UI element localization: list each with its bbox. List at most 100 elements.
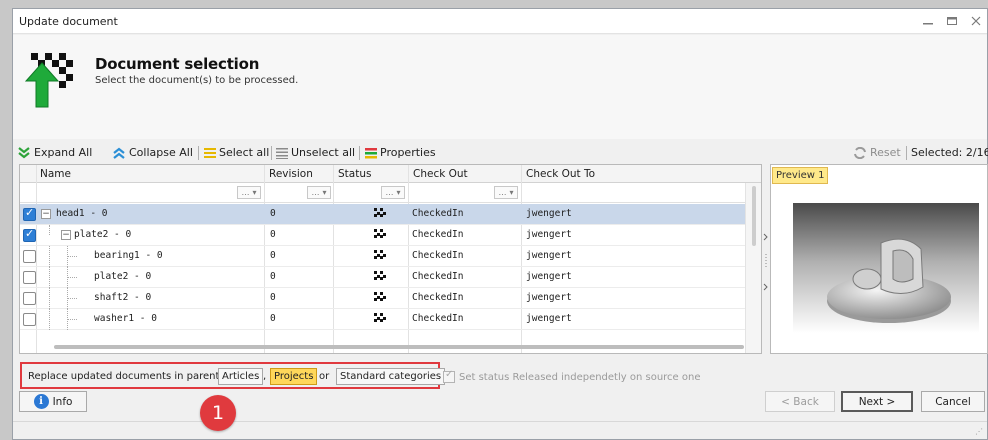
table-row[interactable]: −plate2 - 0 0 CheckedIn jwengert bbox=[20, 225, 745, 246]
selected-count-label: Selected: 2/16 bbox=[911, 146, 988, 159]
back-label: < Back bbox=[781, 395, 819, 408]
vertical-scrollbar[interactable] bbox=[745, 183, 761, 353]
unselect-all-button[interactable]: Unselect all bbox=[276, 146, 355, 159]
document-grid: Name Revision Status Check Out Check Out… bbox=[19, 164, 762, 354]
status-filter-button[interactable]: … ▾ bbox=[381, 186, 405, 199]
table-row[interactable]: shaft2 - 0 0 CheckedIn jwengert bbox=[20, 288, 745, 309]
expand-all-button[interactable]: Expand All bbox=[17, 146, 92, 159]
resize-grip-icon[interactable]: ⋰ bbox=[975, 427, 983, 436]
row-revision: 0 bbox=[270, 208, 276, 219]
tree-line bbox=[67, 277, 77, 278]
articles-option[interactable]: Articles bbox=[218, 368, 264, 385]
row-checkout: CheckedIn bbox=[412, 208, 464, 219]
minimize-icon[interactable] bbox=[921, 15, 935, 27]
collapse-all-button[interactable]: Collapse All bbox=[112, 146, 193, 159]
row-checkout-to: jwengert bbox=[526, 208, 572, 219]
toolbar-divider bbox=[359, 146, 360, 160]
ellipsis-icon: … bbox=[498, 188, 507, 197]
close-icon[interactable] bbox=[969, 15, 983, 27]
horizontal-scrollbar[interactable] bbox=[54, 345, 744, 349]
table-row[interactable]: −head1 - 0 0 CheckedIn jwengert bbox=[20, 204, 745, 225]
back-button[interactable]: < Back bbox=[765, 391, 835, 412]
chevron-down-icon: ▾ bbox=[396, 188, 401, 197]
row-checkout: CheckedIn bbox=[412, 229, 464, 240]
chevron-down-icon: ▾ bbox=[252, 188, 257, 197]
projects-option[interactable]: Projects bbox=[270, 368, 318, 385]
collapse-all-label: Collapse All bbox=[129, 146, 193, 159]
splitter-handle[interactable] bbox=[762, 164, 770, 354]
or-separator: or bbox=[319, 371, 330, 382]
row-checkbox[interactable] bbox=[23, 206, 36, 221]
set-status-checkbox[interactable] bbox=[443, 369, 455, 383]
collapse-all-icon bbox=[113, 147, 125, 159]
properties-button[interactable]: Properties bbox=[365, 146, 436, 159]
name-filter-button[interactable]: … ▾ bbox=[237, 186, 261, 199]
row-checkbox[interactable] bbox=[23, 292, 36, 305]
select-all-icon bbox=[204, 147, 216, 158]
chevron-down-icon: ▾ bbox=[322, 188, 327, 197]
table-row[interactable]: washer1 - 0 0 CheckedIn jwengert bbox=[20, 309, 745, 330]
column-header-name[interactable]: Name bbox=[40, 168, 71, 180]
toolbar-divider bbox=[271, 146, 272, 160]
row-checkout-to: jwengert bbox=[526, 313, 572, 324]
info-button[interactable]: i Info bbox=[19, 391, 87, 412]
expand-all-icon bbox=[18, 146, 30, 158]
cancel-label: Cancel bbox=[935, 395, 971, 408]
ellipsis-icon: … bbox=[385, 188, 394, 197]
row-checkbox[interactable] bbox=[23, 227, 36, 242]
tree-line bbox=[49, 309, 50, 330]
checkered-flag-icon bbox=[374, 250, 386, 259]
filter-row: … ▾ … ▾ … ▾ … ▾ bbox=[20, 183, 761, 203]
row-checkout-to: jwengert bbox=[526, 292, 572, 303]
chevron-down-icon: ▾ bbox=[509, 188, 514, 197]
row-checkout-to: jwengert bbox=[526, 271, 572, 282]
tree-line bbox=[49, 288, 50, 309]
tree-line bbox=[67, 298, 77, 299]
callout-badge: 1 bbox=[200, 395, 236, 431]
row-checkbox[interactable] bbox=[23, 271, 36, 284]
ellipsis-icon: … bbox=[311, 188, 320, 197]
next-button[interactable]: Next > bbox=[841, 391, 913, 412]
checkered-flag-icon bbox=[374, 292, 386, 301]
collapse-node-icon[interactable]: − bbox=[41, 209, 51, 219]
preview-tab[interactable]: Preview 1 bbox=[772, 167, 829, 184]
properties-label: Properties bbox=[380, 146, 436, 159]
select-all-label: Select all bbox=[219, 146, 270, 159]
checkered-flag-icon bbox=[374, 271, 386, 280]
document-update-logo-icon bbox=[25, 53, 73, 108]
select-all-button[interactable]: Select all bbox=[204, 146, 269, 159]
column-header-checkout[interactable]: Check Out bbox=[413, 168, 468, 180]
column-header-checkout-to[interactable]: Check Out To bbox=[526, 168, 595, 180]
checkout-filter-button[interactable]: … ▾ bbox=[494, 186, 518, 199]
column-header-status[interactable]: Status bbox=[338, 168, 371, 180]
tree-line bbox=[49, 225, 50, 235]
tree-line bbox=[67, 319, 77, 320]
scroll-thumb[interactable] bbox=[752, 186, 756, 246]
cancel-button[interactable]: Cancel bbox=[921, 391, 985, 412]
collapse-node-icon[interactable]: − bbox=[61, 230, 71, 240]
revision-filter-button[interactable]: … ▾ bbox=[307, 186, 331, 199]
row-name: plate2 - 0 bbox=[74, 229, 132, 240]
row-checkout: CheckedIn bbox=[412, 292, 464, 303]
row-revision: 0 bbox=[270, 229, 276, 240]
window-title: Update document bbox=[19, 15, 118, 28]
row-name: washer1 - 0 bbox=[94, 313, 157, 324]
replace-parent-options: Replace updated documents in parent Arti… bbox=[20, 362, 446, 389]
info-label: Info bbox=[52, 395, 73, 408]
table-row[interactable]: bearing1 - 0 0 CheckedIn jwengert bbox=[20, 246, 745, 267]
header-title: Document selection bbox=[95, 55, 260, 73]
expand-all-label: Expand All bbox=[34, 146, 93, 159]
row-checkbox[interactable] bbox=[23, 250, 36, 263]
reset-button[interactable]: Reset bbox=[853, 146, 901, 159]
next-label: Next > bbox=[858, 395, 896, 408]
row-name: shaft2 - 0 bbox=[94, 292, 152, 303]
preview-panel: Preview 1 bbox=[770, 164, 988, 354]
row-checkbox[interactable] bbox=[23, 313, 36, 326]
row-checkout: CheckedIn bbox=[412, 313, 464, 324]
table-row[interactable]: plate2 - 0 0 CheckedIn jwengert bbox=[20, 267, 745, 288]
row-revision: 0 bbox=[270, 250, 276, 261]
column-header-revision[interactable]: Revision bbox=[269, 168, 313, 180]
standard-categories-option[interactable]: Standard categories bbox=[336, 368, 446, 385]
tree-line bbox=[49, 246, 50, 267]
maximize-icon[interactable] bbox=[945, 15, 959, 27]
